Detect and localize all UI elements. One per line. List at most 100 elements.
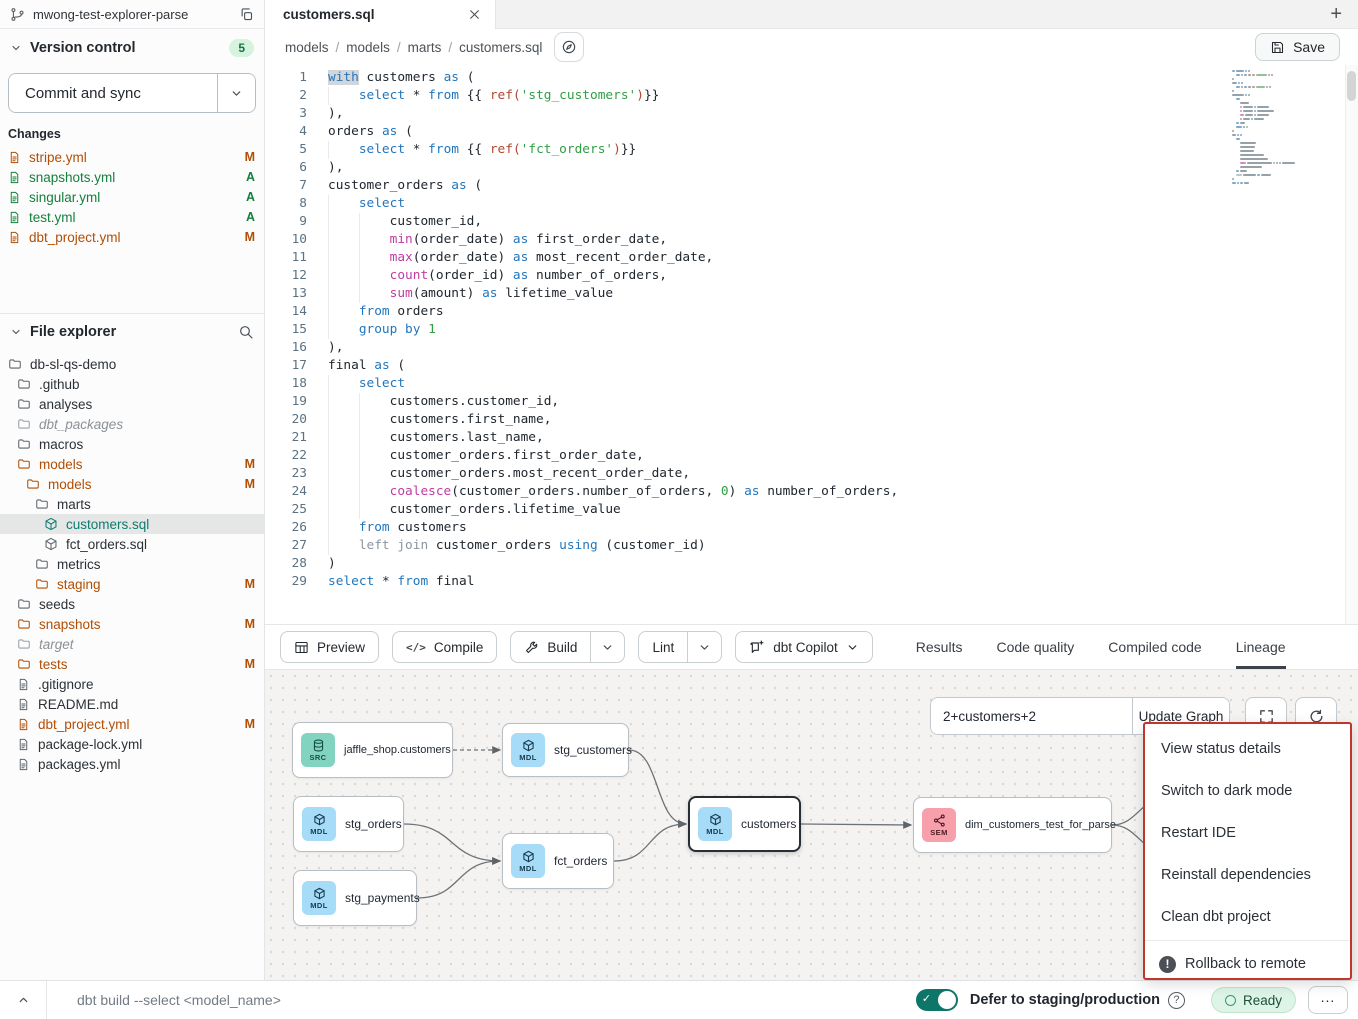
panel-tab-results[interactable]: Results [916, 625, 963, 669]
code-line: 20customers.first_name, [265, 411, 1358, 429]
menu-item-switch-to-dark-mode[interactable]: Switch to dark mode [1145, 770, 1350, 812]
change-row-dbt_project.yml[interactable]: dbt_project.ymlM [0, 227, 264, 247]
tree-item-analyses[interactable]: analyses [0, 394, 264, 414]
commit-options-chevron[interactable] [217, 74, 255, 112]
panel-tab-compiled-code[interactable]: Compiled code [1108, 625, 1201, 669]
menu-item-view-status-details[interactable]: View status details [1145, 728, 1350, 770]
change-row-test.yml[interactable]: test.ymlA [0, 207, 264, 227]
line-number: 28 [265, 555, 307, 573]
commit-and-sync-button[interactable]: Commit and sync [9, 74, 217, 112]
search-icon[interactable] [238, 324, 254, 340]
tree-item-target[interactable]: target [0, 634, 264, 654]
breadcrumb-segment[interactable]: customers.sql [459, 40, 542, 55]
src-badge: SRC [301, 733, 335, 767]
tree-item-seeds[interactable]: seeds [0, 594, 264, 614]
tree-item-models[interactable]: modelsM [0, 454, 264, 474]
tree-item-package-lock.yml[interactable]: package-lock.yml [0, 734, 264, 754]
panel-tab-lineage[interactable]: Lineage [1236, 625, 1286, 669]
tree-item-dbt_packages[interactable]: dbt_packages [0, 414, 264, 434]
lineage-node-stg_payments[interactable]: MDLstg_payments [293, 870, 417, 926]
branch-header: mwong-test-explorer-parse [0, 0, 264, 29]
minimap-line [1232, 170, 1310, 172]
scrollbar-thumb[interactable] [1347, 71, 1356, 101]
menu-item-rollback-to-remote[interactable]: ! Rollback to remote [1145, 943, 1350, 985]
new-tab-button[interactable]: + [1330, 3, 1342, 26]
node-label: stg_payments [345, 891, 420, 905]
close-tab-icon[interactable] [468, 8, 481, 21]
tree-item-marts[interactable]: marts [0, 494, 264, 514]
tree-item-metrics[interactable]: metrics [0, 554, 264, 574]
dbt-copilot-button[interactable]: dbt Copilot [735, 631, 873, 663]
editor-scrollbar[interactable] [1345, 65, 1358, 625]
line-number: 6 [265, 159, 307, 177]
edge-fct_orders-to-customers [614, 824, 686, 861]
lineage-selector-input[interactable] [931, 698, 1132, 734]
code-line: 2select * from {{ ref('stg_customers')}} [265, 87, 1358, 105]
tree-item-customers.sql[interactable]: customers.sql [0, 514, 264, 534]
tree-item-models[interactable]: modelsM [0, 474, 264, 494]
code-line: 1with customers as ( [265, 69, 1358, 87]
tree-item-tests[interactable]: testsM [0, 654, 264, 674]
change-status-flag: A [246, 210, 255, 224]
save-button[interactable]: Save [1255, 33, 1340, 61]
lineage-node-stg_orders[interactable]: MDLstg_orders [293, 796, 404, 852]
lineage-node-stg_customers[interactable]: MDLstg_customers [502, 723, 629, 777]
breadcrumb-segment[interactable]: marts [408, 40, 442, 55]
tree-item-snapshots[interactable]: snapshotsM [0, 614, 264, 634]
lineage-node-fct_orders[interactable]: MDLfct_orders [502, 833, 614, 889]
folder-icon [17, 437, 31, 451]
breadcrumb-segment[interactable]: models [285, 40, 329, 55]
tree-status-flag: M [245, 717, 255, 731]
menu-item-reinstall-dependencies[interactable]: Reinstall dependencies [1145, 854, 1350, 896]
code-line: 25customer_orders.lifetime_value [265, 501, 1358, 519]
lineage-node-jaffle_shop.customers[interactable]: SRCjaffle_shop.customers [292, 722, 453, 778]
expand-command-bar-icon[interactable] [0, 994, 46, 1007]
panel-tab-code-quality[interactable]: Code quality [996, 625, 1074, 669]
command-input[interactable] [47, 992, 916, 1008]
preview-button[interactable]: Preview [280, 631, 379, 663]
code-text: customers.customer_id, [307, 393, 559, 411]
menu-item-clean-dbt-project[interactable]: Clean dbt project [1145, 896, 1350, 938]
tree-item-README.md[interactable]: README.md [0, 694, 264, 714]
more-options-button[interactable]: ... [1308, 986, 1348, 1014]
locate-file-icon[interactable] [554, 32, 584, 62]
breadcrumb-separator: / [448, 40, 452, 55]
change-row-snapshots.yml[interactable]: snapshots.ymlA [0, 167, 264, 187]
change-row-stripe.yml[interactable]: stripe.ymlM [0, 147, 264, 167]
tree-item-label: tests [39, 657, 245, 672]
minimap-line [1232, 70, 1310, 72]
tree-item-fct_orders.sql[interactable]: fct_orders.sql [0, 534, 264, 554]
lint-options-chevron[interactable] [688, 632, 721, 662]
tree-item-.gitignore[interactable]: .gitignore [0, 674, 264, 694]
defer-toggle[interactable]: ✓ [916, 989, 958, 1011]
code-editor[interactable]: 1with customers as (2select * from {{ re… [265, 65, 1358, 625]
lineage-node-customers[interactable]: MDLcustomers [688, 796, 801, 852]
tree-item-macros[interactable]: macros [0, 434, 264, 454]
lint-button[interactable]: Lint [639, 632, 687, 662]
tree-item-packages.yml[interactable]: packages.yml [0, 754, 264, 774]
minimap-line [1232, 162, 1310, 164]
tree-item-dbt_project.yml[interactable]: dbt_project.ymlM [0, 714, 264, 734]
file-explorer-header[interactable]: File explorer [0, 314, 264, 348]
code-text: ) [307, 555, 336, 573]
build-options-chevron[interactable] [591, 632, 624, 662]
breadcrumb-segment[interactable]: models [346, 40, 390, 55]
line-number: 11 [265, 249, 307, 267]
help-icon[interactable]: ? [1168, 992, 1185, 1009]
ready-status-badge[interactable]: Ready [1211, 987, 1296, 1013]
compile-button[interactable]: </> Compile [392, 631, 497, 663]
tree-item-staging[interactable]: stagingM [0, 574, 264, 594]
copy-branch-icon[interactable] [239, 7, 254, 22]
git-branch-icon [10, 7, 25, 22]
code-line: 23customer_orders.most_recent_order_date… [265, 465, 1358, 483]
lineage-node-dim_customers_test_for_parse[interactable]: SEMdim_customers_test_for_parse [913, 797, 1112, 853]
editor-minimap[interactable] [1232, 70, 1310, 186]
version-control-header[interactable]: Version control 5 [0, 29, 264, 65]
tab-customers-sql[interactable]: customers.sql [265, 0, 496, 29]
menu-item-restart-ide[interactable]: Restart IDE [1145, 812, 1350, 854]
tree-item-.github[interactable]: .github [0, 374, 264, 394]
build-button[interactable]: Build [511, 632, 590, 662]
tree-item-db-sl-qs-demo[interactable]: db-sl-qs-demo [0, 354, 264, 374]
change-row-singular.yml[interactable]: singular.ymlA [0, 187, 264, 207]
copilot-options-chevron [846, 641, 859, 654]
